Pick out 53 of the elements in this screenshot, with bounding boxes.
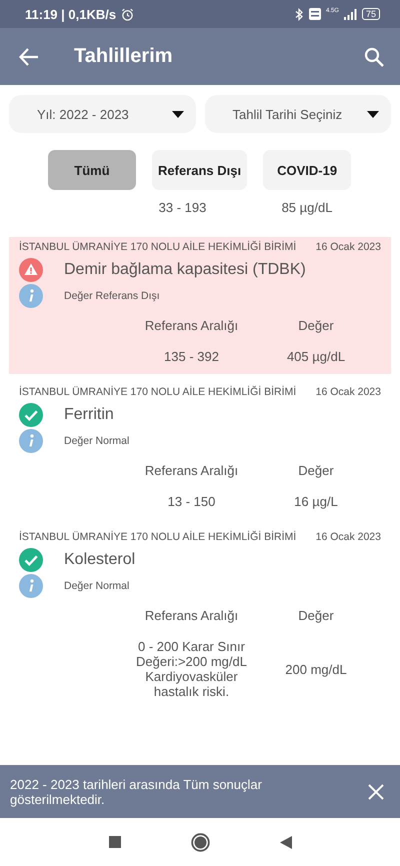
dropdown-caret-icon: [367, 110, 379, 118]
check-icon: [19, 548, 43, 572]
filter-chip[interactable]: Referans Dışı: [152, 150, 248, 190]
test-name: Kolesterol: [64, 551, 136, 569]
status-note: Değer Referans Dışı: [64, 290, 160, 302]
filter-chip[interactable]: Tümü: [48, 150, 136, 190]
reference-range: 0 - 200 Karar Sınır Değeri:>200 mg/dL Kardiyovasküler hastalık riski.: [135, 639, 248, 699]
check-icon: [19, 403, 43, 427]
result-item[interactable]: İSTANBUL ÜMRANİYE 170 NOLU AİLE HEKİMLİĞİ BİRİMİ 16 Ocak 2023 Kolesterol Değer Normal Referans Aralığı Değer 0 - 200 Karar Sınır Değeri:>200 mg/dL Kardiyovasküler hastalık riski. 200 mg/dL: [9, 527, 391, 709]
result-value: 85 µg/dL: [280, 200, 334, 215]
status-note: Değer Normal: [64, 435, 130, 447]
close-icon[interactable]: [368, 784, 384, 800]
dropdown[interactable]: Yıl: 2022 - 2023: [9, 95, 196, 133]
bluetooth-icon: [294, 8, 304, 20]
warning-icon: [19, 258, 43, 282]
status-note: Değer Normal: [64, 580, 130, 592]
test-name: Demir bağlama kapasitesi (TDBK): [64, 261, 306, 279]
reference-range: 33 - 193: [158, 200, 208, 215]
volte-icon: [308, 8, 321, 20]
column-label: Değer: [297, 608, 335, 623]
home-icon[interactable]: [190, 832, 210, 852]
result-date: 16 Ocak 2023: [316, 241, 381, 253]
status-time: 11:19 | 0,1KB/s: [25, 6, 116, 22]
result-card[interactable]: İSTANBUL ÜMRANİYE 170 NOLU AİLE HEKİMLİĞİ BİRİMİ 16 Ocak 2023 Demir bağlama kapasitesi (TDBK) Değer Referans Dışı Referans Aralığı Değer 135 - 392 405 µg/dL: [9, 237, 391, 374]
snackbar-message: 2022 - 2023 tarihleri arasında Tüm sonuçlar gösterilmektedir.: [10, 776, 263, 806]
back-arrow-icon[interactable]: [19, 48, 39, 66]
clinic-name: İSTANBUL ÜMRANİYE 170 NOLU AİLE HEKİMLİĞİ BİRİMİ: [19, 386, 296, 398]
reference-range: 135 - 392: [163, 349, 220, 364]
column-label: Referans Aralığı: [144, 608, 240, 623]
result-date: 16 Ocak 2023: [316, 531, 381, 543]
result-value: 200 mg/dL: [284, 662, 348, 676]
result-value: 16 µg/L: [293, 494, 339, 509]
test-name: Ferritin: [64, 406, 114, 424]
column-label: Değer: [297, 463, 335, 478]
back-icon[interactable]: [280, 836, 292, 848]
recents-icon[interactable]: [108, 836, 120, 848]
alarm-icon: [121, 8, 134, 20]
clinic-name: İSTANBUL ÜMRANİYE 170 NOLU AİLE HEKİMLİĞİ BİRİMİ: [19, 241, 296, 253]
clinic-name: İSTANBUL ÜMRANİYE 170 NOLU AİLE HEKİMLİĞİ BİRİMİ: [19, 531, 296, 543]
column-label: Değer: [297, 318, 335, 333]
screen-title: Tahlillerim: [74, 45, 173, 68]
battery-indicator: 75: [362, 8, 380, 20]
filter-chip[interactable]: COVID-19: [263, 150, 352, 190]
reference-range: 13 - 150: [166, 494, 216, 509]
result-date: 16 Ocak 2023: [316, 386, 381, 398]
dropdown[interactable]: Tahlil Tarihi Seçiniz: [204, 95, 391, 133]
column-label: Referans Aralığı: [144, 463, 240, 478]
result-item[interactable]: İSTANBUL ÜMRANİYE 170 NOLU AİLE HEKİMLİĞİ BİRİMİ 16 Ocak 2023 Ferritin Değer Normal Referans Aralığı Değer 13 - 150 16 µg/L: [9, 382, 391, 519]
dropdown-caret-icon: [172, 110, 184, 118]
signal-icon: [344, 8, 357, 20]
result-value: 405 µg/dL: [286, 349, 346, 364]
column-label: Referans Aralığı: [144, 318, 240, 333]
search-icon[interactable]: [364, 46, 384, 66]
